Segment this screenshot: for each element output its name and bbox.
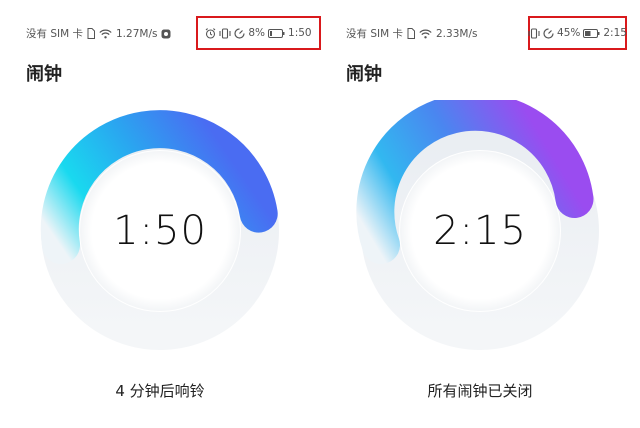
wifi-icon xyxy=(99,29,112,39)
status-bar: 没有 SIM 卡 2.33M/s 45% 2:15 xyxy=(346,16,627,50)
alarm-status-text: 所有闹钟已关闭 xyxy=(427,382,533,400)
alarm-screen-left: 没有 SIM 卡 1.27M/s 8% 1:50 闹钟 1:50 4 分钟后响铃 xyxy=(0,0,321,428)
data-saver-icon xyxy=(234,27,245,39)
alarm-icon xyxy=(205,27,216,39)
clock-time: 1:50 xyxy=(288,27,312,39)
battery-icon xyxy=(583,28,600,38)
sim-icon xyxy=(407,28,415,39)
status-indicators-highlight: 45% 2:15 xyxy=(528,16,627,50)
dial-time: 2:15 xyxy=(433,208,527,254)
alarm-dial: 1:50 xyxy=(0,100,320,360)
clock-time: 2:15 xyxy=(603,27,627,39)
page-title: 闹钟 xyxy=(346,64,382,85)
battery-percent: 45% xyxy=(557,27,581,39)
alarm-screen-right: 没有 SIM 卡 2.33M/s 45% 2:15 闹钟 2:15 所有闹钟已关… xyxy=(320,0,640,428)
network-speed: 2.33M/s xyxy=(436,27,478,40)
battery-icon xyxy=(268,28,285,38)
carrier-text: 没有 SIM 卡 xyxy=(346,28,403,40)
dial-time: 1:50 xyxy=(113,208,207,254)
status-indicators-highlight: 8% 1:50 xyxy=(196,16,321,50)
page-title: 闹钟 xyxy=(26,64,62,85)
data-saver-icon xyxy=(543,27,554,39)
network-speed: 1.27M/s xyxy=(116,27,158,40)
carrier-text: 没有 SIM 卡 xyxy=(26,28,83,40)
vibrate-icon xyxy=(219,27,231,39)
notification-icon xyxy=(161,29,171,39)
battery-percent: 8% xyxy=(248,27,266,39)
sim-icon xyxy=(87,28,95,39)
status-bar: 没有 SIM 卡 1.27M/s 8% 1:50 xyxy=(26,16,321,50)
vibrate-icon xyxy=(528,27,540,39)
alarm-dial: 2:15 xyxy=(320,100,640,360)
wifi-icon xyxy=(419,29,432,39)
alarm-status-text: 4 分钟后响铃 xyxy=(115,382,205,400)
